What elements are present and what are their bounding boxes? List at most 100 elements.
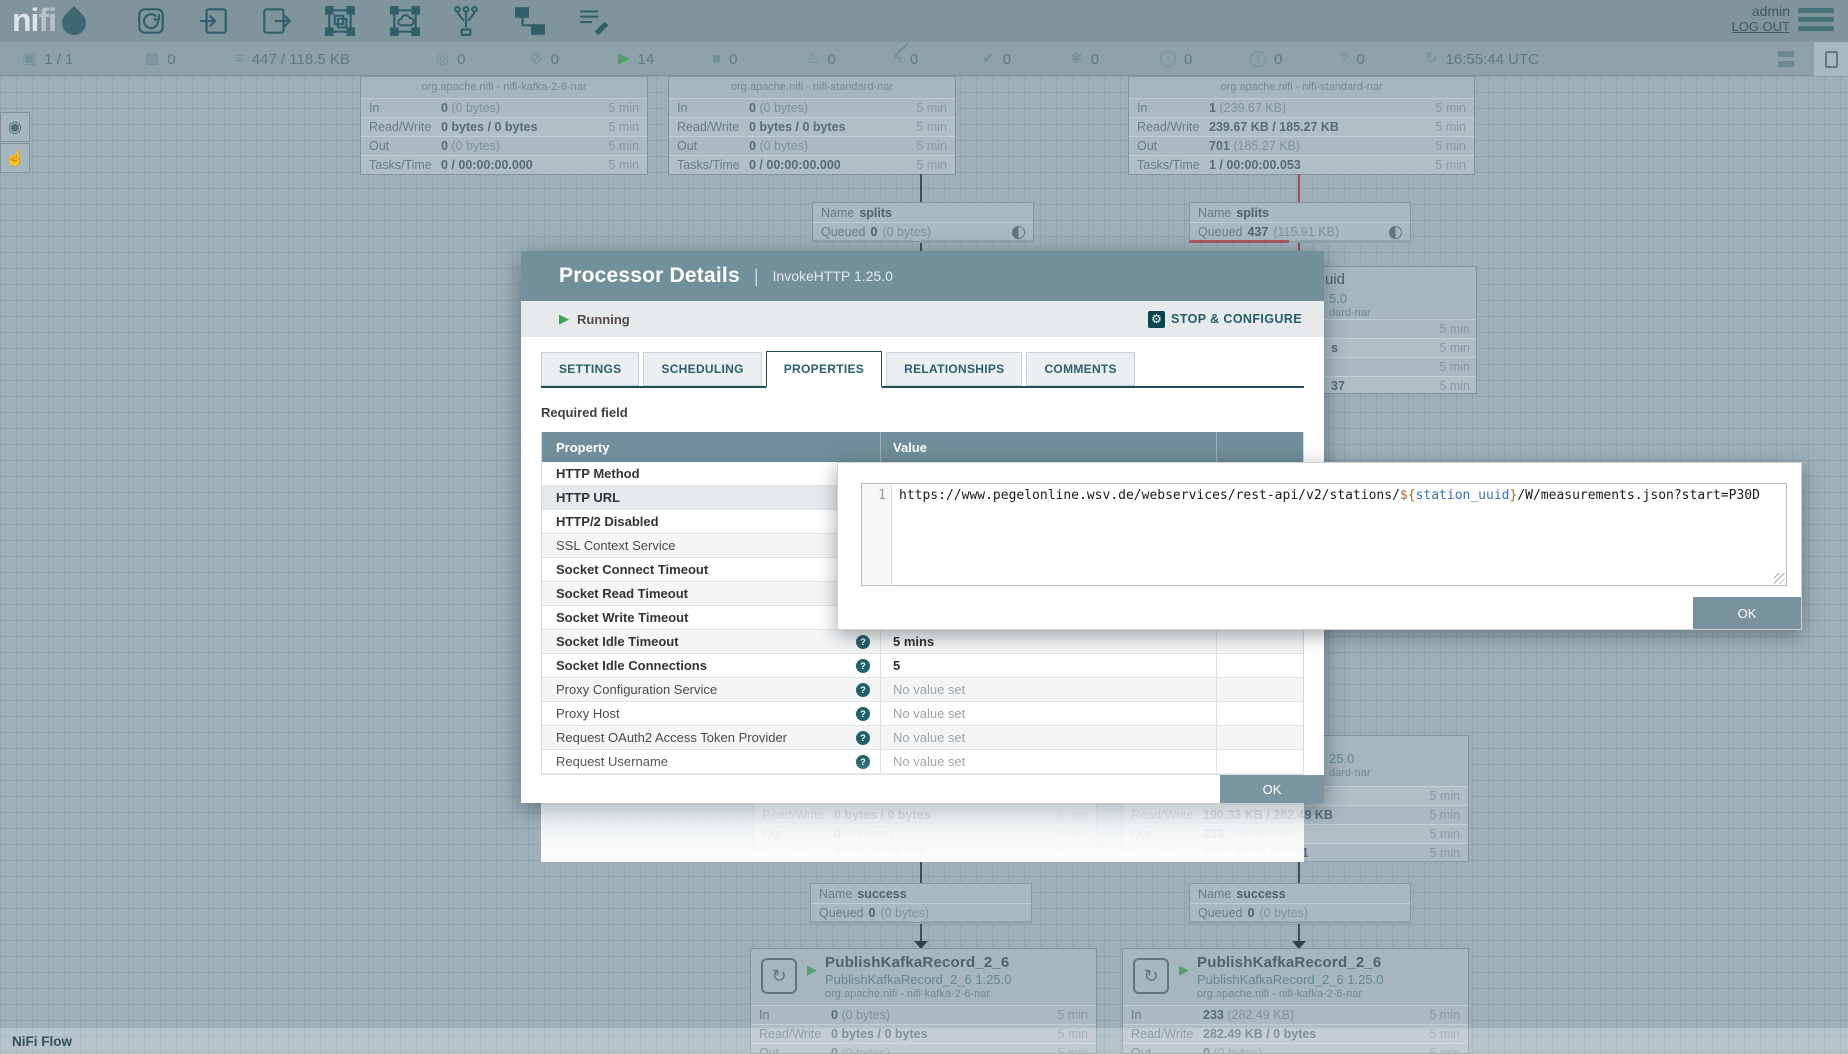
grid-toggle-icon[interactable] [1778, 51, 1794, 67]
status-stopped: ■0 [712, 42, 737, 76]
breadcrumb[interactable]: NiFi Flow [12, 1034, 72, 1049]
operate-palette-button[interactable]: ☝ [0, 143, 30, 173]
stop-and-configure-button[interactable]: ⚙ STOP & CONFIGURE [1148, 311, 1302, 328]
property-row-request-oauth2[interactable]: Request OAuth2 Access Token Provider?No … [542, 726, 1303, 750]
navigate-icon: ◉ [8, 117, 22, 137]
hand-icon: ☝ [5, 148, 25, 168]
threads-icon: ▦ [145, 42, 159, 76]
connection-line-alarm[interactable] [1298, 174, 1300, 202]
status-locally-modified-stale: !0 [1250, 42, 1282, 76]
status-invalid: ⚠0 [806, 42, 836, 76]
nifi-app: nifi admin LOG OUT ▣1 / 1 ▦0 ≡447 / 118.… [0, 0, 1848, 1054]
tab-settings[interactable]: SETTINGS [541, 352, 639, 386]
processor-top-right[interactable]: org.apache.nifi - nifi-standard-nar In1 … [1128, 76, 1475, 175]
processor-top-middle[interactable]: org.apache.nifi - nifi-standard-nar In0 … [668, 76, 956, 175]
connection-line[interactable] [1298, 862, 1300, 883]
global-menu-icon[interactable] [1798, 8, 1834, 35]
not-transmitting-icon: ⊘ [530, 42, 543, 76]
help-icon[interactable]: ? [856, 755, 870, 769]
queue-count-bar-alarm [1189, 240, 1289, 243]
connection-line[interactable] [1298, 924, 1300, 942]
value-editor-text[interactable]: https://www.pegelonline.wsv.de/webservic… [892, 484, 1786, 585]
dialog-ok-button[interactable]: OK [1220, 775, 1324, 803]
tab-properties[interactable]: PROPERTIES [766, 351, 882, 388]
refresh-icon[interactable]: ↻ [1425, 42, 1438, 76]
status-active-threads: ▦0 [145, 42, 176, 76]
processor-top-left[interactable]: org.apache.nifi - nifi-kafka-2-6-nar In0… [360, 76, 648, 175]
required-field-note: Required field [541, 405, 1304, 420]
help-icon[interactable]: ? [856, 683, 870, 697]
status-transmitting: ◎0 [436, 42, 465, 76]
invalid-icon: ⚠ [806, 42, 819, 76]
status-cluster: ▣1 / 1 [22, 42, 73, 76]
status-bar: ▣1 / 1 ▦0 ≡447 / 118.5 KB ◎0 ⊘0 ▶14 ■0 ⚠… [0, 42, 1848, 76]
tab-relationships[interactable]: RELATIONSHIPS [886, 352, 1022, 386]
resize-handle-icon[interactable] [1774, 573, 1785, 584]
connection-line[interactable] [920, 862, 922, 883]
connection-label-success[interactable]: Namesuccess Queued0(0 bytes) [1189, 883, 1411, 923]
connection-line[interactable] [920, 174, 922, 202]
value-editor[interactable]: 1 https://www.pegelonline.wsv.de/webserv… [861, 483, 1787, 586]
nifi-drop-icon [57, 6, 91, 40]
processor-type-icon: ↻ [761, 958, 797, 994]
template-icon[interactable] [514, 5, 546, 37]
queue-size-bar [1299, 921, 1411, 924]
connection-label-splits-437[interactable]: Namesplits Queued437(115.91 KB) [1189, 202, 1411, 242]
funnel-icon[interactable] [450, 5, 482, 37]
tab-scheduling[interactable]: SCHEDULING [643, 352, 761, 386]
navigate-palette-button[interactable]: ◉ [0, 112, 30, 142]
help-icon[interactable]: ? [856, 731, 870, 745]
document-icon [1825, 51, 1838, 68]
el-open: ${ [1400, 488, 1416, 503]
input-port-icon[interactable] [198, 5, 230, 37]
status-locally-modified: ✱0 [1070, 42, 1099, 76]
queue-count-bar [1189, 921, 1289, 924]
property-row-socket-idle-timeout[interactable]: Socket Idle Timeout?5 mins [542, 630, 1303, 654]
title-separator: | [754, 266, 759, 287]
property-row-request-username[interactable]: Request Username?No value set [542, 750, 1303, 774]
help-icon[interactable]: ? [856, 707, 870, 721]
status-not-transmitting: ⊘0 [530, 42, 559, 76]
label-icon[interactable] [577, 5, 609, 37]
column-value: Value [880, 432, 1216, 462]
locally-modified-icon: ✱ [1070, 42, 1083, 76]
user-menu: admin LOG OUT [1731, 3, 1790, 34]
line-number-gutter: 1 [862, 484, 892, 585]
editor-ok-button[interactable]: OK [1693, 597, 1801, 629]
running-icon: ▶ [618, 42, 630, 76]
output-port-icon[interactable] [260, 5, 292, 37]
status-sync-failure: ?0 [1340, 42, 1365, 76]
status-running: ▶14 [618, 42, 654, 76]
connection-line[interactable] [920, 924, 922, 942]
property-row-proxy-host[interactable]: Proxy Host?No value set [542, 702, 1303, 726]
locally-modified-stale-icon: ! [1250, 51, 1266, 67]
property-row-socket-idle-connections[interactable]: Socket Idle Connections?5 [542, 654, 1303, 678]
running-icon: ▶ [559, 311, 569, 327]
status-queued: ≡447 / 118.5 KB [235, 42, 350, 76]
dialog-subtitle: InvokeHTTP 1.25.0 [773, 268, 893, 284]
tab-comments[interactable]: COMMENTS [1026, 352, 1134, 386]
processor-fragment-upper-right[interactable]: uid 5.0 dard-nar 5 min s5 min 5 min 375 … [1322, 266, 1477, 394]
disabled-icon: ϟ [894, 42, 902, 76]
breadcrumb-bar: NiFi Flow [0, 1028, 1848, 1054]
logo-text: ni [12, 2, 38, 39]
dialog-tabs: SETTINGS SCHEDULING PROPERTIES RELATIONS… [541, 351, 1304, 388]
connection-label-success[interactable]: Namesuccess Queued0(0 bytes) [810, 883, 1032, 923]
remote-process-group-icon[interactable] [389, 5, 421, 37]
running-icon: ▶ [1179, 962, 1189, 978]
connection-label-splits[interactable]: Namesplits Queued0(0 bytes) [812, 202, 1034, 242]
process-group-icon[interactable] [324, 5, 356, 37]
queue-count-bar [810, 921, 910, 924]
queue-count-bar [812, 240, 912, 243]
help-icon[interactable]: ? [856, 659, 870, 673]
logout-link[interactable]: LOG OUT [1731, 19, 1790, 34]
processor-icon[interactable] [135, 5, 167, 37]
load-balance-icon [1012, 226, 1025, 239]
status-disabled: ϟ0 [894, 42, 918, 76]
status-stale: ↑0 [1160, 42, 1192, 76]
help-icon[interactable]: ? [856, 635, 870, 649]
flow-summary-button[interactable] [1814, 42, 1848, 76]
property-row-proxy-configuration-service[interactable]: Proxy Configuration Service?No value set [542, 678, 1303, 702]
gear-icon: ⚙ [1148, 311, 1165, 328]
up-to-date-icon: ✔ [982, 42, 995, 76]
